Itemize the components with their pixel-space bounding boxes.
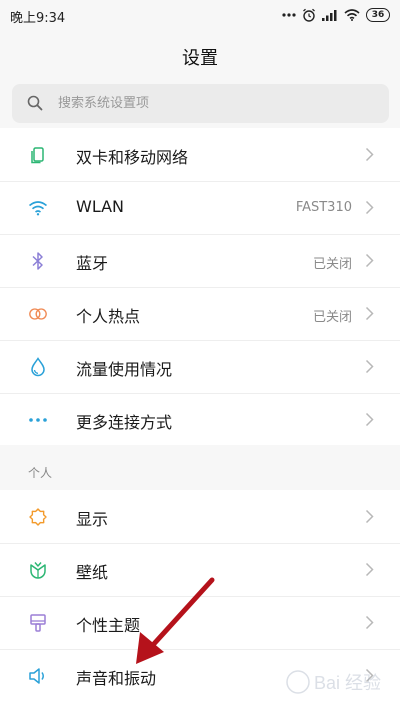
bluetooth-icon — [28, 251, 48, 271]
setting-label: 个性主题 — [76, 616, 141, 635]
svg-text:Bai 经验: Bai 经验 — [314, 673, 381, 693]
setting-row-wlan[interactable]: WLAN FAST310 — [0, 181, 400, 234]
signal-icon — [322, 10, 337, 21]
wifi-icon — [28, 198, 48, 218]
setting-row-display[interactable]: 显示 — [0, 490, 400, 543]
sim-card-icon — [28, 145, 48, 165]
chevron-right-icon — [365, 306, 374, 321]
section-header-personal: 个人 — [28, 466, 53, 480]
chevron-right-icon — [365, 615, 374, 630]
setting-row-theme[interactable]: 个性主题 — [0, 596, 400, 649]
chevron-right-icon — [365, 147, 374, 162]
page-title: 设置 — [182, 48, 218, 69]
setting-label: 显示 — [76, 510, 109, 529]
chevron-right-icon — [365, 509, 374, 524]
status-icons: 36 — [282, 6, 390, 24]
setting-label: 流量使用情况 — [76, 360, 173, 379]
watermark-logo: Bai 经验 — [280, 662, 390, 702]
setting-label: 蓝牙 — [76, 254, 109, 273]
wallpaper-icon — [28, 560, 48, 580]
battery-icon: 36 — [366, 8, 390, 22]
setting-row-dual-sim[interactable]: 双卡和移动网络 — [0, 128, 400, 181]
setting-label: 双卡和移动网络 — [76, 148, 189, 167]
chevron-right-icon — [365, 359, 374, 374]
data-usage-icon — [28, 357, 48, 377]
status-bar: 晚上9:34 36 — [0, 0, 400, 30]
more-dots-icon — [282, 13, 296, 17]
setting-value: FAST310 — [295, 200, 352, 215]
setting-row-bluetooth[interactable]: 蓝牙 已关闭 — [0, 234, 400, 287]
chevron-right-icon — [365, 562, 374, 577]
wifi-icon — [344, 9, 360, 21]
chevron-right-icon — [365, 200, 374, 215]
search-icon — [27, 95, 43, 111]
search-input[interactable] — [58, 84, 378, 123]
hotspot-icon — [28, 304, 48, 324]
setting-value: 已关闭 — [312, 257, 352, 272]
alarm-icon — [303, 8, 315, 22]
network-settings-group: 双卡和移动网络 WLAN FAST310 蓝牙 已关闭 个人热点 已关闭 流量使… — [0, 128, 400, 445]
search-box[interactable] — [12, 84, 389, 123]
setting-label: 声音和振动 — [76, 669, 157, 688]
theme-icon — [28, 613, 48, 633]
setting-value: 已关闭 — [312, 310, 352, 325]
chevron-right-icon — [365, 412, 374, 427]
setting-label: 个人热点 — [76, 307, 141, 326]
setting-label: 壁纸 — [76, 563, 109, 582]
setting-row-more-connections[interactable]: 更多连接方式 — [0, 393, 400, 446]
chevron-right-icon — [365, 253, 374, 268]
setting-row-hotspot[interactable]: 个人热点 已关闭 — [0, 287, 400, 340]
setting-row-data-usage[interactable]: 流量使用情况 — [0, 340, 400, 393]
setting-label: 更多连接方式 — [76, 413, 173, 432]
setting-label: WLAN — [76, 197, 125, 216]
sound-icon — [28, 666, 48, 686]
more-connections-icon — [28, 410, 48, 430]
brightness-icon — [28, 507, 48, 527]
setting-row-wallpaper[interactable]: 壁纸 — [0, 543, 400, 596]
status-time: 晚上9:34 — [10, 11, 66, 26]
